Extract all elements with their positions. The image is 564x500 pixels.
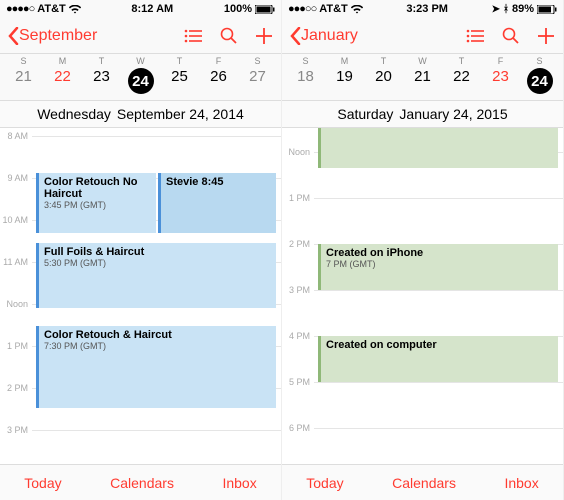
wifi-icon	[351, 5, 363, 14]
tab-today[interactable]: Today	[306, 475, 343, 491]
date-25[interactable]: 25	[160, 68, 199, 94]
date-19[interactable]: 19	[325, 68, 364, 94]
tab-bar: Today Calendars Inbox	[0, 464, 281, 500]
week-header: S M T W T F S	[282, 54, 563, 66]
battery-icon	[255, 5, 275, 14]
location-icon: ➤	[492, 4, 500, 15]
date-24-selected[interactable]: 24	[121, 68, 160, 94]
status-bar: ●●●●○ AT&T 8:12 AM 100%	[0, 0, 281, 18]
nav-bar: January	[282, 18, 563, 54]
add-icon[interactable]	[537, 27, 555, 45]
date-27[interactable]: 27	[238, 68, 277, 94]
tab-calendars[interactable]: Calendars	[110, 475, 174, 491]
date-21[interactable]: 21	[4, 68, 43, 94]
event-stevie[interactable]: Stevie 8:45	[158, 173, 276, 233]
search-icon[interactable]	[220, 27, 237, 44]
date-23[interactable]: 23	[481, 68, 520, 94]
bluetooth-icon: ᚼ	[503, 4, 509, 15]
tab-inbox[interactable]: Inbox	[504, 475, 538, 491]
day-view[interactable]: Noon 1 PM 2 PM 3 PM 4 PM 5 PM 6 PM Creat…	[282, 128, 563, 500]
list-icon[interactable]	[184, 29, 202, 43]
date-18[interactable]: 18	[286, 68, 325, 94]
signal-icon: ●●●○○	[288, 3, 316, 15]
day-view[interactable]: 8 AM 9 AM 10 AM 11 AM Noon 1 PM 2 PM 3 P…	[0, 128, 281, 500]
phone-left: ●●●●○ AT&T 8:12 AM 100% September	[0, 0, 282, 500]
carrier-label: AT&T	[37, 3, 66, 15]
back-button[interactable]: January	[290, 27, 358, 45]
tab-bar: Today Calendars Inbox	[282, 464, 563, 500]
list-icon[interactable]	[466, 29, 484, 43]
tab-calendars[interactable]: Calendars	[392, 475, 456, 491]
battery-label: 100%	[224, 3, 252, 15]
nav-bar: September	[0, 18, 281, 54]
back-button[interactable]: September	[8, 27, 97, 45]
full-date-label: WednesdaySeptember 24, 2014	[0, 101, 281, 128]
back-label: January	[301, 27, 358, 45]
wifi-icon	[69, 5, 81, 14]
carrier-label: AT&T	[319, 3, 348, 15]
chevron-left-icon	[290, 27, 301, 45]
date-23[interactable]: 23	[82, 68, 121, 94]
event-color-retouch-no-haircut[interactable]: Color Retouch No Haircut 3:45 PM (GMT)	[36, 173, 156, 233]
date-22[interactable]: 22	[442, 68, 481, 94]
full-date-label: SaturdayJanuary 24, 2015	[282, 101, 563, 128]
phone-right: ●●●○○ AT&T 3:23 PM ➤ ᚼ 89% January	[282, 0, 564, 500]
date-21[interactable]: 21	[403, 68, 442, 94]
event-created-computer[interactable]: Created on computer	[318, 336, 558, 382]
date-24-selected[interactable]: 24	[520, 68, 559, 94]
event-color-retouch-haircut[interactable]: Color Retouch & Haircut 7:30 PM (GMT)	[36, 326, 276, 408]
date-20[interactable]: 20	[364, 68, 403, 94]
week-header: S M T W T F S	[0, 54, 281, 66]
battery-label: 89%	[512, 3, 534, 15]
search-icon[interactable]	[502, 27, 519, 44]
event-top-block[interactable]	[318, 128, 558, 168]
tab-inbox[interactable]: Inbox	[222, 475, 256, 491]
date-row: 18 19 20 21 22 23 24	[282, 66, 563, 101]
date-row: 21 22 23 24 25 26 27	[0, 66, 281, 101]
signal-icon: ●●●●○	[6, 3, 34, 15]
add-icon[interactable]	[255, 27, 273, 45]
status-bar: ●●●○○ AT&T 3:23 PM ➤ ᚼ 89%	[282, 0, 563, 18]
event-created-iphone[interactable]: Created on iPhone 7 PM (GMT)	[318, 244, 558, 290]
clock-label: 3:23 PM	[406, 3, 448, 15]
back-label: September	[19, 27, 97, 45]
date-26[interactable]: 26	[199, 68, 238, 94]
chevron-left-icon	[8, 27, 19, 45]
event-full-foils[interactable]: Full Foils & Haircut 5:30 PM (GMT)	[36, 243, 276, 308]
clock-label: 8:12 AM	[131, 3, 173, 15]
date-22[interactable]: 22	[43, 68, 82, 94]
tab-today[interactable]: Today	[24, 475, 61, 491]
battery-icon	[537, 5, 557, 14]
